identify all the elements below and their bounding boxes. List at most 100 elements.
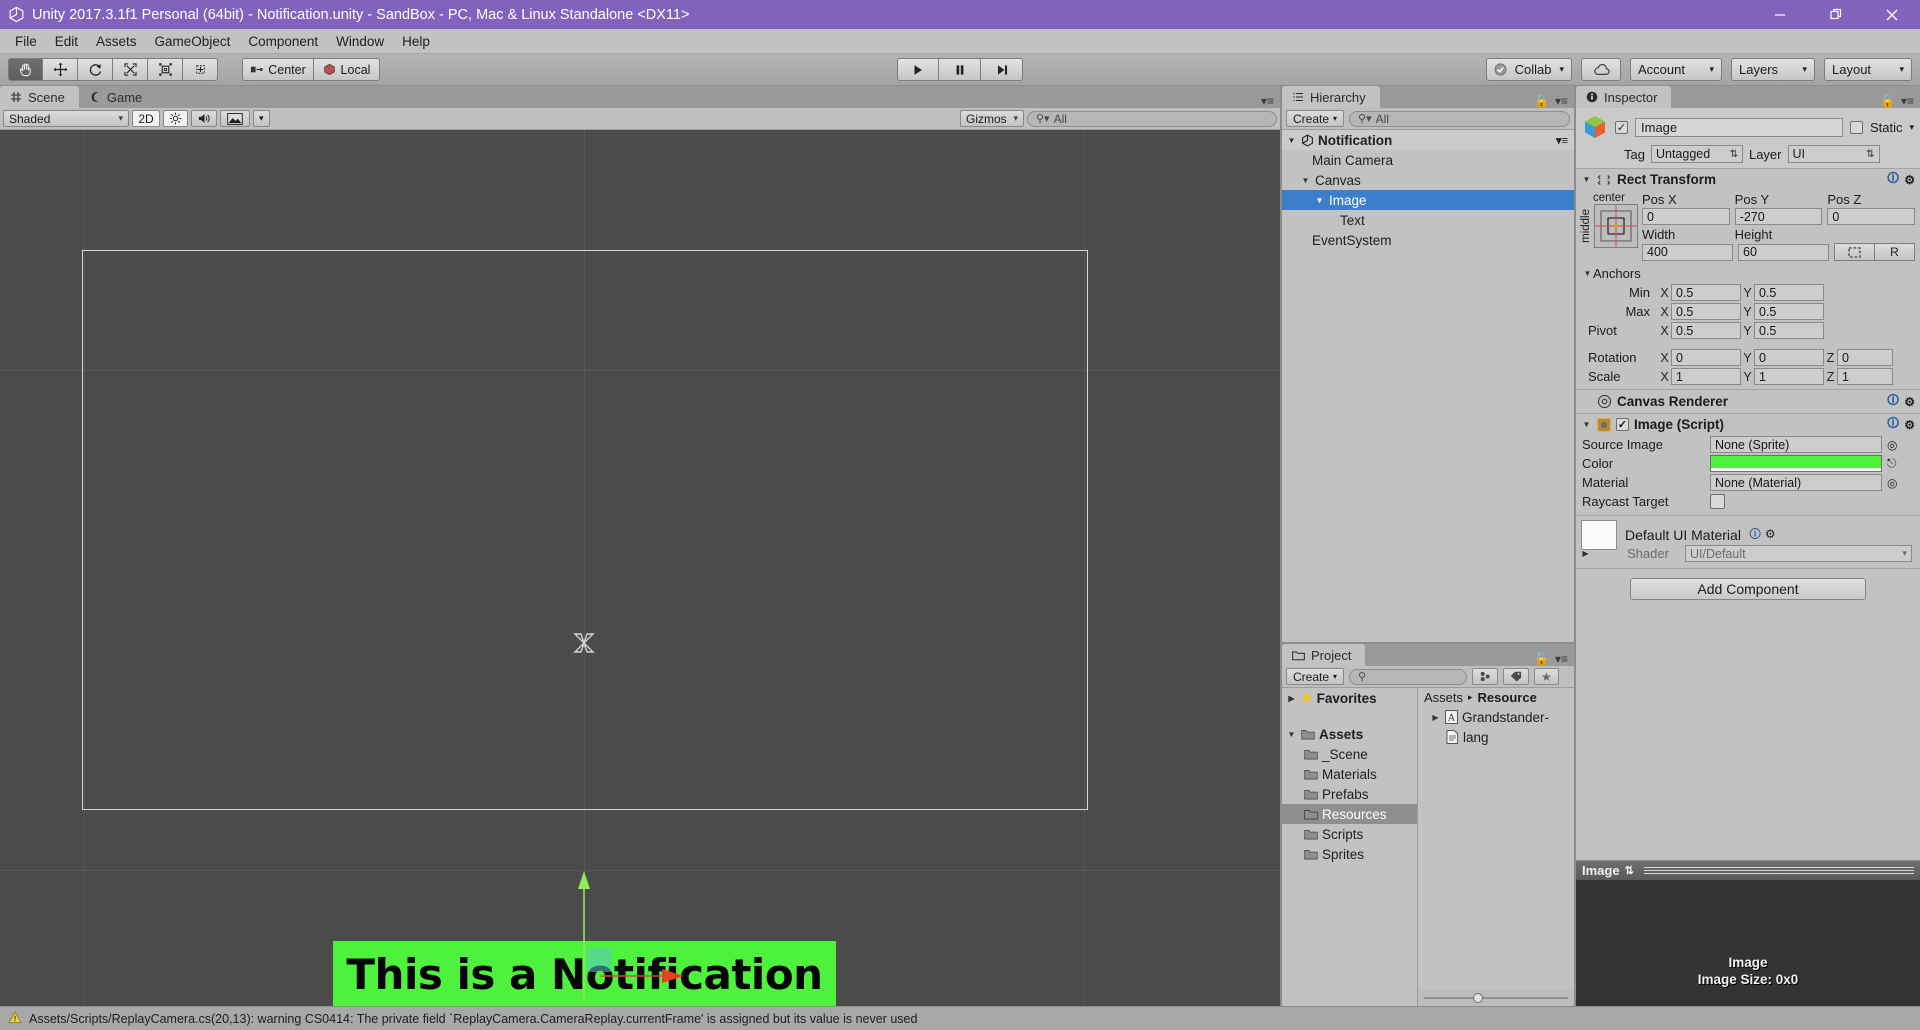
anchor-min-y-field[interactable]: 0.5 (1754, 284, 1824, 301)
project-create-button[interactable]: Create ▾ (1286, 668, 1345, 685)
draw-mode-dropdown[interactable]: Shaded ▾ (3, 110, 129, 127)
rotate-tool-button[interactable] (78, 58, 113, 81)
scale-z-field[interactable]: 1 (1837, 368, 1893, 385)
tab-scene[interactable]: Scene (0, 86, 79, 108)
gear-icon[interactable]: ⚙ (1904, 173, 1915, 187)
tag-dropdown[interactable]: Untagged ⇅ (1650, 145, 1743, 163)
project-folder-tree[interactable]: ▶ ★ Favorites ▼ Assets _Scene Materials … (1282, 688, 1418, 1006)
gizmos-dropdown[interactable]: Gizmos ▾ (960, 110, 1024, 127)
panel-menu-icon[interactable]: ▾≡ (1555, 652, 1568, 666)
filter-by-label-button[interactable] (1503, 668, 1530, 685)
anchor-max-y-field[interactable]: 0.5 (1754, 303, 1824, 320)
object-picker-icon[interactable]: ◎ (1882, 476, 1897, 490)
scene-audio-toggle[interactable] (191, 110, 217, 127)
hierarchy-search-input[interactable]: ⚲▾ All (1349, 110, 1570, 127)
add-component-button[interactable]: Add Component (1630, 578, 1866, 600)
rotation-y-field[interactable]: 0 (1754, 349, 1824, 366)
gear-icon[interactable]: ⚙ (1904, 418, 1915, 432)
play-button[interactable] (897, 58, 939, 81)
hierarchy-create-button[interactable]: Create ▾ (1286, 110, 1345, 127)
project-zoom-slider[interactable] (1418, 990, 1574, 1006)
scale-x-field[interactable]: 1 (1671, 368, 1741, 385)
pos-y-field[interactable]: -270 (1734, 208, 1823, 225)
width-field[interactable]: 400 (1642, 243, 1733, 261)
help-icon[interactable]: 🛈 (1887, 414, 1899, 435)
toggle-2d-button[interactable]: 2D (132, 110, 160, 127)
hierarchy-row-scene[interactable]: ▼ Notification ▾≡ (1282, 130, 1574, 150)
menu-gameobject[interactable]: GameObject (146, 31, 240, 52)
chevron-down-icon[interactable]: ▼ (1581, 175, 1592, 184)
scene-viewport[interactable]: This is a Notification (0, 130, 1280, 1006)
image-script-header[interactable]: ▼ ✓ Image (Script) 🛈 ⚙ (1576, 414, 1920, 435)
scene-context-menu-icon[interactable]: ▾≡ (1556, 134, 1574, 147)
anchor-preset-button[interactable] (1594, 204, 1638, 248)
help-icon[interactable]: 🛈 (1749, 527, 1761, 541)
panel-menu-icon[interactable]: ▾≡ (1555, 94, 1568, 108)
rotation-z-field[interactable]: 0 (1837, 349, 1893, 366)
chevron-right-icon[interactable]: ▶ (1580, 549, 1591, 558)
scene-effects-dropdown[interactable]: ▾ (253, 110, 270, 127)
chevron-down-icon[interactable]: ▼ (1300, 176, 1311, 185)
menu-help[interactable]: Help (393, 31, 439, 52)
lock-icon[interactable]: 🔓 (1880, 94, 1895, 108)
hierarchy-row-text[interactable]: Text (1282, 210, 1574, 230)
height-field[interactable]: 60 (1738, 243, 1829, 261)
pos-x-field[interactable]: 0 (1642, 208, 1730, 225)
chevron-down-icon[interactable]: ▼ (1314, 196, 1325, 205)
rect-tool-button[interactable] (148, 58, 183, 81)
status-bar[interactable]: Assets/Scripts/ReplayCamera.cs(20,13): w… (0, 1006, 1920, 1030)
raw-edit-button[interactable]: R (1875, 243, 1915, 261)
project-search-input[interactable]: ⚲ (1349, 668, 1468, 685)
move-gizmo-x-axis[interactable] (600, 964, 690, 988)
menu-assets[interactable]: Assets (87, 31, 146, 52)
project-row-assets[interactable]: ▼ Assets (1282, 724, 1417, 744)
project-row-scene[interactable]: _Scene (1282, 744, 1417, 764)
project-row-resources[interactable]: Resources (1282, 804, 1417, 824)
preview-drag-handle[interactable] (1639, 867, 1914, 874)
scale-tool-button[interactable] (113, 58, 148, 81)
scene-effects-toggle[interactable] (220, 110, 250, 127)
breadcrumb-assets[interactable]: Assets (1424, 690, 1463, 705)
cloud-button[interactable] (1581, 58, 1621, 81)
account-dropdown[interactable]: Account ▾ (1630, 58, 1722, 81)
gameobject-name-field[interactable]: Image (1635, 117, 1843, 137)
chevron-down-icon[interactable]: ▼ (1582, 269, 1593, 278)
anchor-min-x-field[interactable]: 0.5 (1671, 284, 1741, 301)
maximize-button[interactable] (1808, 0, 1864, 29)
transform-tool-button[interactable] (183, 58, 218, 81)
project-asset-list[interactable]: Assets ▸ Resource ▶ A Grandstander- lang (1418, 688, 1574, 1006)
menu-component[interactable]: Component (239, 31, 327, 52)
project-row-favorites[interactable]: ▶ ★ Favorites (1282, 688, 1417, 708)
move-tool-button[interactable] (43, 58, 78, 81)
save-filter-button[interactable]: ★ (1534, 668, 1559, 685)
pivot-y-field[interactable]: 0.5 (1754, 322, 1824, 339)
filter-by-type-button[interactable] (1472, 668, 1499, 685)
image-script-enabled-checkbox[interactable]: ✓ (1616, 418, 1629, 431)
chevron-right-icon[interactable]: ▶ (1286, 694, 1297, 703)
rotation-x-field[interactable]: 0 (1671, 349, 1741, 366)
hierarchy-tree[interactable]: ▼ Notification ▾≡ Main Camera ▼ Canvas ▼ (1282, 130, 1574, 642)
hierarchy-row-eventsystem[interactable]: EventSystem (1282, 230, 1574, 250)
hierarchy-row-image[interactable]: ▼ Image (1282, 190, 1574, 210)
menu-window[interactable]: Window (327, 31, 393, 52)
project-row-scripts[interactable]: Scripts (1282, 824, 1417, 844)
eyedropper-icon[interactable]: ⎋ (1882, 456, 1897, 471)
blueprint-mode-button[interactable] (1834, 243, 1875, 261)
color-swatch[interactable] (1710, 455, 1882, 472)
close-button[interactable] (1864, 0, 1920, 29)
hierarchy-row-canvas[interactable]: ▼ Canvas (1282, 170, 1574, 190)
anchors-foldout-row[interactable]: ▼ Anchors (1576, 264, 1920, 283)
hierarchy-row-main-camera[interactable]: Main Camera (1282, 150, 1574, 170)
pivot-rotation-button[interactable]: Local (314, 58, 380, 81)
layout-dropdown[interactable]: Layout ▾ (1824, 58, 1912, 81)
static-checkbox[interactable] (1849, 120, 1863, 134)
pivot-x-field[interactable]: 0.5 (1671, 322, 1741, 339)
rect-transform-header[interactable]: ▼ Rect Transform 🛈 ⚙ (1576, 169, 1920, 190)
layer-dropdown[interactable]: UI ⇅ (1787, 145, 1880, 163)
menu-file[interactable]: File (6, 31, 46, 52)
breadcrumb-resources[interactable]: Resource (1478, 690, 1537, 705)
chevron-down-icon[interactable]: ▼ (1581, 420, 1592, 429)
project-asset-grandstander[interactable]: ▶ A Grandstander- (1418, 707, 1574, 727)
lock-icon[interactable]: 🔓 (1534, 94, 1549, 108)
hand-tool-button[interactable] (8, 58, 43, 81)
